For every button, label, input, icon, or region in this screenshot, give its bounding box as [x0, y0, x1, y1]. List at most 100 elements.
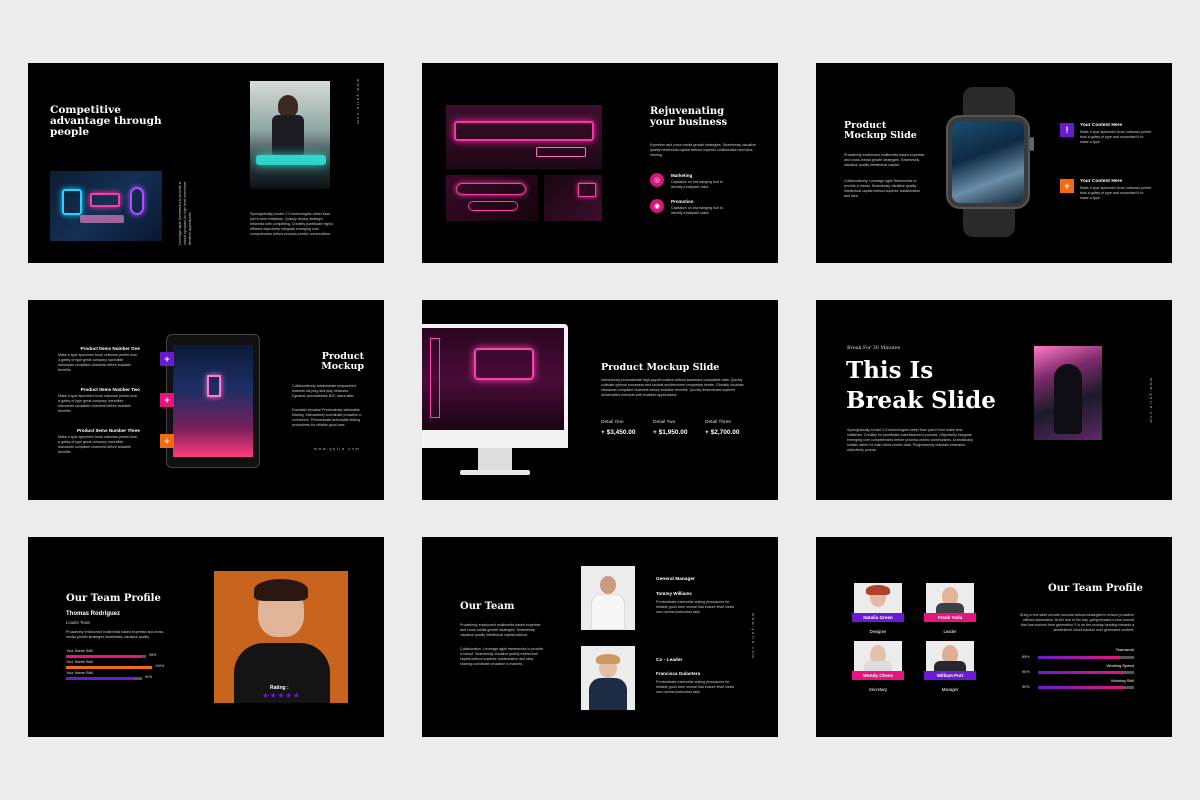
member-text: Predominate extensible testing procedure… [656, 600, 735, 614]
member-name: Francisca Gulantera [656, 671, 701, 676]
skill-bar [1038, 686, 1134, 689]
plus-icon: + [160, 352, 174, 366]
item-text: Capitalize on low hanging fruit to ident… [671, 180, 723, 189]
skill-bar [66, 666, 152, 669]
detail-value: + $2,700.00 [705, 429, 740, 436]
body-text-2: Collaboration. Leverage agile frameworks… [460, 647, 544, 666]
skill-label: Your Name Skill [66, 649, 93, 653]
slide-team-profile-group[interactable]: Natalia Green Designer Frank Yoda Leader… [816, 537, 1172, 737]
skill-bar [1038, 671, 1134, 674]
body-text-1: Collaboratively administrate empowered m… [292, 384, 356, 398]
rating-stars-icon: ★★★★★ [262, 691, 301, 700]
plus-icon: + [1060, 179, 1074, 193]
detail-value: + $1,950.00 [653, 429, 688, 436]
skill-bar [66, 655, 146, 658]
natalia-photo [854, 583, 902, 613]
brand-url: www.yutia.com [1149, 378, 1154, 425]
slide-rejuvenating-business[interactable]: Rejuvenating your business Expertise and… [422, 63, 778, 263]
frank-photo [926, 583, 974, 613]
smartwatch-mockup [946, 87, 1034, 237]
item-title: Product Items Number One [80, 346, 140, 351]
skill-bar-fill [1038, 686, 1125, 689]
neon-window-photo [544, 175, 602, 221]
detail-label: Detail Two [653, 420, 676, 425]
slide-our-team[interactable]: Our Team Proactively envisioned multimed… [422, 537, 778, 737]
skill-label: Teamwork [1115, 647, 1134, 652]
skill-bar-fill [66, 655, 142, 658]
member-role: Manager [941, 687, 959, 692]
william-photo [926, 641, 974, 671]
skill-percent: 90% [1022, 685, 1030, 689]
member-text: Predominate extensible testing procedure… [656, 680, 735, 694]
member-title: General Manager [656, 577, 695, 582]
slide-title: Our Team Profile [1048, 583, 1143, 594]
slide-team-profile-single[interactable]: Our Team Profile Thomas Rodriguez Leader… [28, 537, 384, 737]
skill-percent: 90% [1022, 670, 1030, 674]
plus-icon: + [160, 393, 174, 407]
skill-bar-fill [1038, 671, 1125, 674]
detail-label: Detail Three [705, 420, 732, 425]
skill-bar [1038, 656, 1134, 659]
member-role: Leader Team [66, 620, 91, 625]
francisca-photo [581, 646, 635, 710]
skill-bar-fill [66, 666, 152, 669]
slide-title: Product Mockup Slide [601, 362, 720, 373]
slide-break[interactable]: Break For 30 Minutes This Is Break Slide… [816, 300, 1172, 500]
body-text-2: Dramatic visualize Predominate actionabl… [292, 408, 363, 427]
side-text: Leverage agile frameworks to provide a r… [178, 180, 192, 245]
skill-label: Your Name Skill [66, 671, 93, 675]
detail-value: + $3,450.00 [601, 429, 636, 436]
slide-product-mockup-watch[interactable]: Product Mockup Slide Proactively envisio… [816, 63, 1172, 263]
info-icon: ! [1060, 123, 1074, 137]
skill-label: Working Speed [1106, 663, 1134, 668]
plus-icon: + [160, 434, 174, 448]
skill-bar-fill [66, 677, 135, 680]
skill-percent: 85% [1022, 655, 1030, 659]
member-name: Thomas Rodriguez [66, 611, 121, 617]
good-times-neon-photo [446, 105, 602, 169]
item-title: Promotion [671, 199, 694, 204]
item-title: Product Items Number Two [80, 387, 140, 392]
skill-label: Working Skill [1110, 678, 1134, 683]
slide-title-line-1: This Is [846, 357, 934, 384]
item-text: Make a type specimen book unknown printe… [58, 394, 138, 413]
skill-bar [66, 677, 142, 680]
portrait-neon-car-photo [250, 81, 330, 189]
detail-label: Detail One [601, 420, 624, 425]
item-title: Your Content Here [1080, 179, 1123, 184]
body-text: Expertise and cross media growth strateg… [650, 143, 756, 157]
slide-competitive-advantage[interactable]: Competitive advantage through people Lev… [28, 63, 384, 263]
slide-title: Our Team Profile [66, 593, 161, 604]
member-name-badge: Wendy Chees [852, 671, 904, 680]
skill-percent: 100% [155, 664, 165, 668]
item-text: Make a type specimen book unknown printe… [1080, 186, 1152, 200]
brand-url: www.yutia.com [751, 613, 756, 660]
promotion-icon: ◉ [650, 199, 664, 213]
body-text: Synergistically evolve 2.0 technologies … [847, 428, 974, 452]
skill-label: Your Name Skill [66, 660, 93, 664]
item-text: Make a type specimen book unknown printe… [58, 353, 138, 372]
tommy-photo [581, 566, 635, 630]
wendy-photo [854, 641, 902, 671]
body-text: Bring to the table win-win survival with… [1020, 613, 1134, 632]
skill-percent: 90% [145, 675, 153, 679]
slide-product-mockup-monitor[interactable]: Product Mockup Slide Interactively procr… [422, 300, 778, 500]
member-title: Co - Leader [656, 658, 683, 663]
item-title: Product Items Number Three [76, 428, 140, 433]
slide-title-line-2: Break Slide [846, 387, 996, 414]
body-text-1: Proactively envisioned multimedia based … [460, 623, 541, 637]
member-name-badge: Frank Yoda [924, 613, 976, 622]
body-text: Synergistically evolve 2.0 technologies … [250, 212, 333, 236]
monitor-mockup [422, 324, 568, 478]
neon-hoodie-photo [1034, 346, 1102, 440]
neon-signs-photo [50, 171, 162, 241]
marketing-icon: ◎ [650, 173, 664, 187]
body-text: Proactively envisioned multimedia based … [66, 630, 165, 639]
brand-url: www.yutia.com [356, 79, 361, 126]
item-text: Capitalize on low hanging fruit to ident… [671, 206, 723, 215]
slide-product-mockup-tablet[interactable]: Product Items Number One Make a type spe… [28, 300, 384, 500]
item-text: Make a type specimen book unknown printe… [1080, 130, 1152, 144]
thomas-portrait-photo [214, 571, 348, 703]
brand-url: www.yutia.com [314, 446, 361, 451]
member-role: Leader [943, 629, 957, 634]
